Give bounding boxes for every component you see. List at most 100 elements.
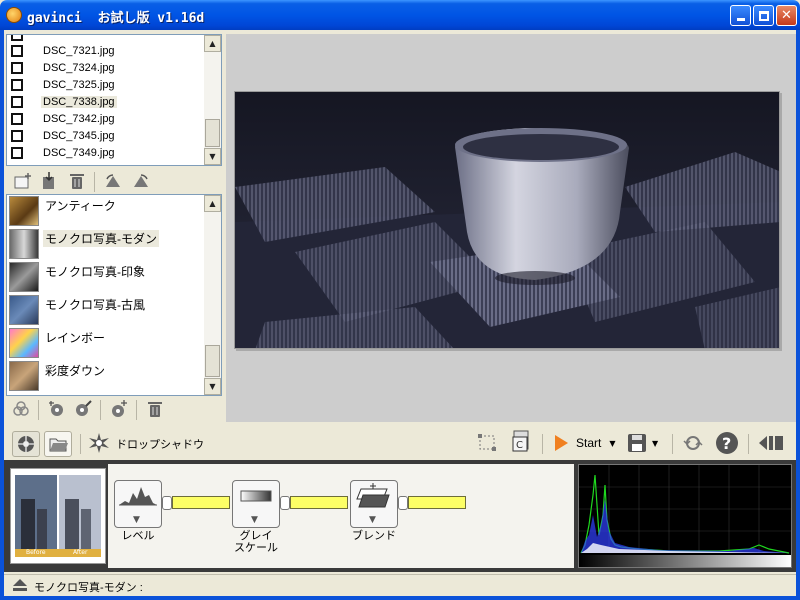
node-dropdown-icon[interactable]: ▼ — [251, 515, 258, 525]
refresh-button[interactable] — [680, 431, 706, 455]
up-arrow-icon: ▲ — [209, 39, 216, 48]
save-dropdown-icon[interactable]: ▼ — [652, 439, 658, 448]
rotate-right-icon — [134, 174, 148, 187]
file-checkbox[interactable] — [11, 78, 23, 91]
scroll-thumb[interactable] — [205, 119, 220, 147]
eject-icon — [13, 579, 27, 591]
file-row[interactable]: DSC_7321.jpg — [11, 42, 117, 59]
node-connector-bar[interactable] — [408, 496, 466, 509]
collapse-panel-button[interactable] — [756, 431, 786, 455]
start-button[interactable]: Start ▼ — [552, 430, 622, 456]
title-bar[interactable]: gavinci お試し版 v1.16d ✕ — [0, 0, 800, 30]
node-output-port[interactable] — [398, 496, 408, 510]
filter-item-selected[interactable]: モノクロ写真-モダン — [9, 228, 205, 260]
maximize-button[interactable] — [753, 5, 774, 26]
checkbox — [11, 35, 23, 41]
filter-group-button[interactable] — [10, 398, 32, 420]
file-name: DSC_7321.jpg — [43, 44, 115, 57]
node-dropdown-icon[interactable]: ▼ — [369, 515, 376, 525]
filter-name: モノクロ写真-古風 — [45, 298, 145, 312]
import-file-button[interactable] — [38, 170, 60, 192]
scroll-thumb[interactable] — [205, 345, 220, 377]
levels-filter-node[interactable]: ▼ — [114, 480, 162, 528]
aperture-mode-button[interactable] — [12, 431, 40, 457]
toolbar-separator — [80, 434, 81, 454]
filter-item[interactable]: モノクロ写真-古風 — [9, 294, 205, 326]
filter-list-scrollbar[interactable]: ▲ ▼ — [204, 195, 221, 395]
preview-image[interactable] — [234, 91, 780, 349]
toolbar-separator — [100, 400, 101, 420]
node-output-port[interactable] — [162, 496, 172, 510]
app-window: gavinci お試し版 v1.16d ✕ DSC_7321.jpg DSC_7… — [0, 0, 800, 600]
filter-chain-area[interactable]: ▼ レベル ▼ グレイ スケール ▼ ブレンド — [108, 464, 574, 568]
drop-shadow-effect-button[interactable] — [88, 432, 110, 454]
down-arrow-icon: ▼ — [209, 382, 216, 391]
file-name: DSC_7338.jpg — [41, 95, 117, 108]
scroll-down-button[interactable]: ▼ — [204, 378, 221, 395]
rotate-right-button[interactable] — [130, 170, 152, 192]
scroll-up-button[interactable]: ▲ — [204, 195, 221, 212]
file-checkbox[interactable] — [11, 61, 23, 74]
toolbar-separator — [38, 400, 39, 420]
preview-area[interactable] — [226, 34, 796, 422]
file-row[interactable]: DSC_7342.jpg — [11, 110, 117, 127]
bottom-toolbar: ドロップシャドウ C Start ▼ ▼ ? — [4, 426, 796, 460]
file-row[interactable]: DSC_7325.jpg — [11, 76, 117, 93]
filter-item[interactable]: レインボー — [9, 327, 205, 359]
window-title: gavinci お試し版 v1.16d — [27, 11, 205, 26]
add-folder-button[interactable] — [12, 170, 34, 192]
filter-thumbnail — [9, 262, 39, 292]
file-row[interactable]: DSC_7324.jpg — [11, 59, 117, 76]
copy-icon: C — [512, 430, 529, 452]
filter-item[interactable]: 彩度ダウン — [9, 360, 205, 392]
file-row[interactable]: DSC_7345.jpg — [11, 127, 117, 144]
svg-text:C: C — [516, 440, 523, 451]
crop-button[interactable] — [476, 431, 498, 453]
save-button[interactable]: ▼ — [626, 430, 668, 456]
delete-file-button[interactable] — [66, 170, 88, 192]
filter-preset-list[interactable]: アンティーク モノクロ写真-モダン モノクロ写真-印象 モノクロ写真-古風 レイ… — [6, 194, 222, 396]
file-row-selected[interactable]: DSC_7338.jpg — [11, 93, 117, 110]
file-checkbox[interactable] — [11, 129, 23, 142]
file-list[interactable]: DSC_7321.jpg DSC_7324.jpg DSC_7325.jpg D… — [6, 34, 222, 166]
file-name: DSC_7342.jpg — [43, 112, 115, 125]
help-button[interactable]: ? — [714, 431, 740, 455]
start-dropdown-icon[interactable]: ▼ — [609, 439, 615, 448]
add-folder-icon — [14, 173, 31, 189]
eject-button[interactable] — [12, 578, 28, 595]
edit-filter-button[interactable] — [72, 398, 94, 420]
star-burst-icon — [89, 433, 109, 453]
scroll-up-button[interactable]: ▲ — [204, 35, 221, 52]
filter-item[interactable]: アンティーク — [9, 195, 205, 227]
node-connector-bar[interactable] — [172, 496, 230, 509]
file-checkbox[interactable] — [11, 95, 23, 108]
copy-button[interactable]: C — [510, 430, 532, 452]
add-filter-icon — [112, 400, 127, 417]
filter-item[interactable]: モノクロ写真-印象 — [9, 261, 205, 293]
file-list-scrollbar[interactable]: ▲ ▼ — [204, 35, 221, 165]
close-button[interactable]: ✕ — [776, 5, 797, 26]
blend-filter-node[interactable]: ▼ — [350, 480, 398, 528]
delete-filter-button[interactable] — [144, 398, 166, 420]
node-dropdown-icon[interactable]: ▼ — [133, 515, 140, 525]
scroll-down-button[interactable]: ▼ — [204, 148, 221, 165]
histogram-graph — [579, 465, 791, 567]
file-checkbox[interactable] — [11, 112, 23, 125]
minimize-icon — [736, 18, 745, 21]
grayscale-filter-node[interactable]: ▼ — [232, 480, 280, 528]
play-icon — [555, 435, 568, 451]
effect-label: ドロップシャドウ — [116, 439, 204, 451]
file-row[interactable]: DSC_7349.jpg — [11, 144, 117, 161]
rotate-left-button[interactable] — [102, 170, 124, 192]
folder-mode-button[interactable] — [44, 431, 72, 457]
node-output-port[interactable] — [280, 496, 290, 510]
window-frame-bottom — [0, 596, 800, 600]
new-filter-button[interactable] — [46, 398, 68, 420]
node-connector-bar[interactable] — [290, 496, 348, 509]
add-filter-button[interactable] — [108, 398, 130, 420]
file-checkbox[interactable] — [11, 146, 23, 159]
before-after-thumbnail[interactable]: Before After — [10, 468, 106, 564]
minimize-button[interactable] — [730, 5, 751, 26]
file-checkbox[interactable] — [11, 44, 23, 57]
levels-icon — [119, 487, 157, 506]
